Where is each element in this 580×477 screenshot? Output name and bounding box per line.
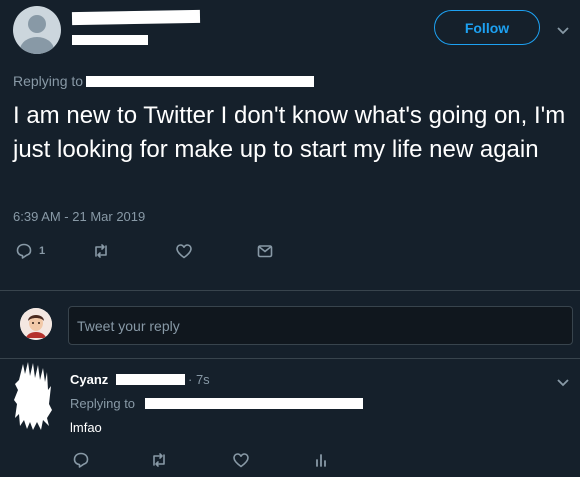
- reply-text: lmfao: [70, 420, 102, 435]
- reply-like-action[interactable]: [232, 451, 250, 469]
- reply-input[interactable]: [68, 306, 573, 345]
- like-icon: [233, 453, 249, 468]
- follow-button[interactable]: Follow: [434, 10, 540, 45]
- dm-icon: [257, 245, 273, 258]
- redacted-reply-mentions: [145, 398, 363, 409]
- reply-replying-to-label: Replying to: [70, 396, 136, 411]
- reply-reply-action[interactable]: [72, 451, 90, 469]
- reply-icon: [16, 243, 32, 259]
- like-icon: [176, 244, 192, 259]
- chevron-down-icon[interactable]: [555, 374, 571, 390]
- chevron-down-icon[interactable]: [555, 22, 571, 38]
- current-user-avatar[interactable]: [20, 308, 52, 340]
- redacted-mentions: [86, 76, 314, 87]
- retweet-action[interactable]: [92, 242, 110, 260]
- divider-top: [0, 290, 580, 291]
- cartoon-avatar-icon: [20, 308, 52, 340]
- redacted-handle: [72, 35, 148, 45]
- redacted-reply-handle: [116, 374, 185, 385]
- divider-bottom: [0, 358, 580, 359]
- reply-action[interactable]: 1: [15, 242, 45, 260]
- reply-count: 1: [39, 245, 46, 257]
- redacted-display-name: [71, 9, 201, 26]
- tweet-text: I am new to Twitter I don't know what's …: [13, 102, 566, 163]
- retweet-icon: [95, 244, 107, 258]
- replying-to-label: Replying to: [13, 73, 83, 89]
- reply-time[interactable]: · 7s: [188, 372, 210, 387]
- like-action[interactable]: [175, 242, 193, 260]
- reply-retweet-action[interactable]: [150, 451, 168, 469]
- reply-author-name[interactable]: Cyanz: [70, 372, 108, 387]
- analytics-icon: [316, 454, 326, 467]
- scribbled-avatar[interactable]: [13, 360, 53, 430]
- retweet-icon: [153, 453, 165, 467]
- reply-analytics-action[interactable]: [312, 451, 330, 469]
- tweet-timestamp[interactable]: 6:39 AM - 21 Mar 2019: [13, 209, 145, 224]
- author-avatar[interactable]: [13, 6, 61, 54]
- reply-icon: [73, 452, 89, 468]
- direct-message-action[interactable]: [256, 242, 274, 260]
- replying-to-prefix: Replying to: [13, 73, 84, 89]
